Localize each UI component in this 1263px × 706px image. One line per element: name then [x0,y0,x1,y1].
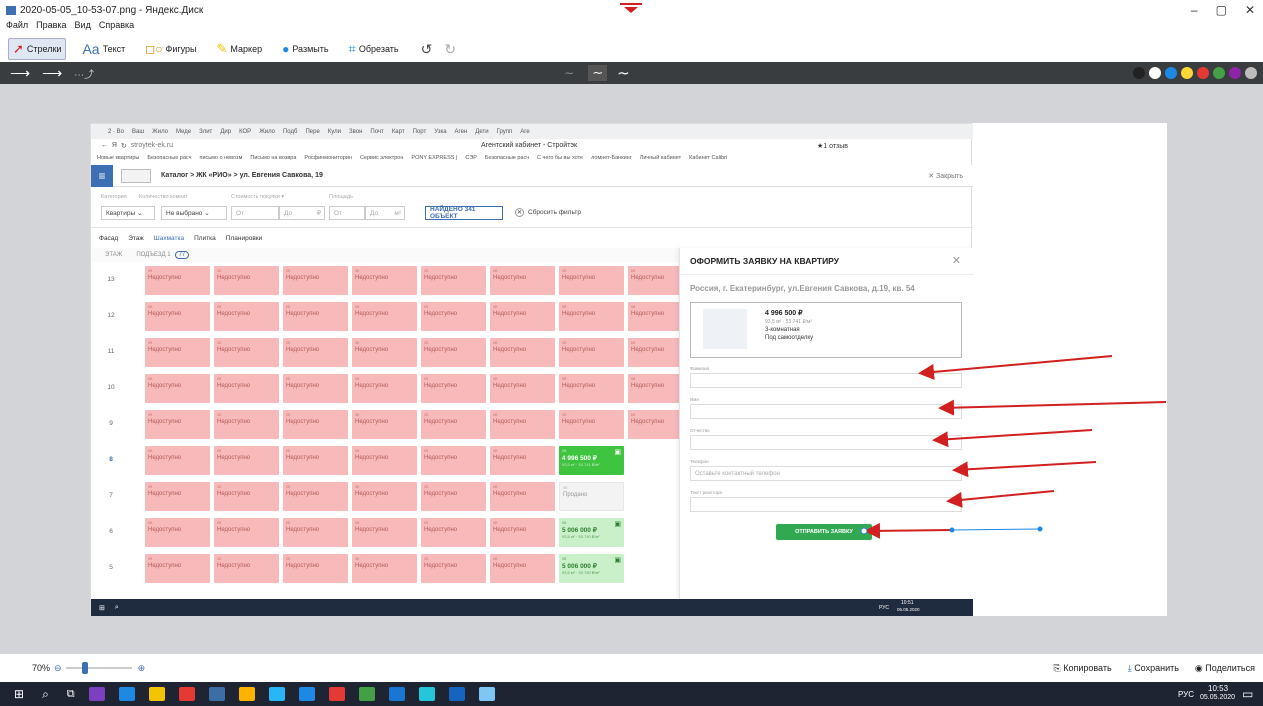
taskbar-app-icon[interactable] [418,687,435,701]
taskbar-app-icon[interactable] [328,687,345,701]
taskbar-time: 10:53 [1208,684,1229,693]
annotation-arrow-surname[interactable] [918,355,1113,380]
windows-taskbar: ⊞ ⌕ ⧉ РУС 10:53 05.05.2020 ▭ [0,682,1263,706]
zoom-value: 70% [32,663,51,673]
zoom-slider[interactable] [65,662,132,674]
taskbar-app-icon[interactable] [268,687,285,701]
taskbar-app-icon[interactable] [148,687,165,701]
share-icon: ◉ [1194,662,1203,673]
annotation-layer [860,355,1167,539]
zoom-out-icon[interactable]: ⊖ [54,663,62,674]
task-view-icon[interactable]: ⧉ [67,688,75,701]
download-icon: ⤓ [1127,662,1132,673]
copy-button[interactable]: ⎘ Копировать [1054,663,1112,674]
save-label: Сохранить [1134,662,1179,673]
bottom-actions: ⎘ Копировать ⤓ Сохранить ◉ Поделиться [1054,663,1256,674]
copy-icon: ⎘ [1053,662,1061,673]
taskbar-app-icon[interactable] [448,687,465,701]
annotation-handle-end[interactable] [1037,526,1043,532]
annotation-arrow-submit[interactable] [864,522,953,539]
share-button[interactable]: ◉ Поделиться [1195,663,1255,674]
share-label: Поделиться [1205,662,1255,673]
annotation-handle-line [951,528,1041,531]
taskbar-app-icon[interactable] [298,687,315,701]
taskbar-lang: РУС [1178,689,1195,699]
taskbar-app-icon[interactable] [358,687,375,701]
taskbar-search-icon[interactable]: ⌕ [42,687,49,702]
zoom-in-icon[interactable]: ⊕ [138,663,146,674]
annotation-arrow-phone[interactable] [952,461,1097,478]
taskbar-app-icon[interactable] [88,687,105,701]
taskbar-app-icon[interactable] [478,687,495,701]
taskbar-app-icon[interactable] [208,687,225,701]
taskbar-app-icon[interactable] [388,687,405,701]
taskbar-date: 05.05.2020 [1200,694,1236,701]
annotation-handle-tip[interactable] [860,527,868,535]
taskbar-app-icon[interactable] [238,687,255,701]
annotation-arrow-realtor-text[interactable] [946,490,1055,508]
taskbar-apps [75,687,495,701]
annotation-handle-start[interactable] [949,527,955,533]
annotation-arrow-patronymic[interactable] [932,429,1093,448]
notifications-icon[interactable]: ▭ [1242,687,1253,701]
save-button[interactable]: ⤓ Сохранить [1128,663,1179,674]
zoom-slider-handle[interactable] [81,662,88,674]
bottom-bar: 70% ⊖ ⊕ ⎘ Копировать ⤓ Сохранить ◉ Подел… [0,654,1263,682]
taskbar-app-icon[interactable] [178,687,195,701]
copy-label: Копировать [1063,662,1112,673]
annotation-arrow-name[interactable] [938,399,1167,416]
taskbar-app-icon[interactable] [118,687,135,701]
windows-start-icon[interactable]: ⊞ [14,687,24,701]
